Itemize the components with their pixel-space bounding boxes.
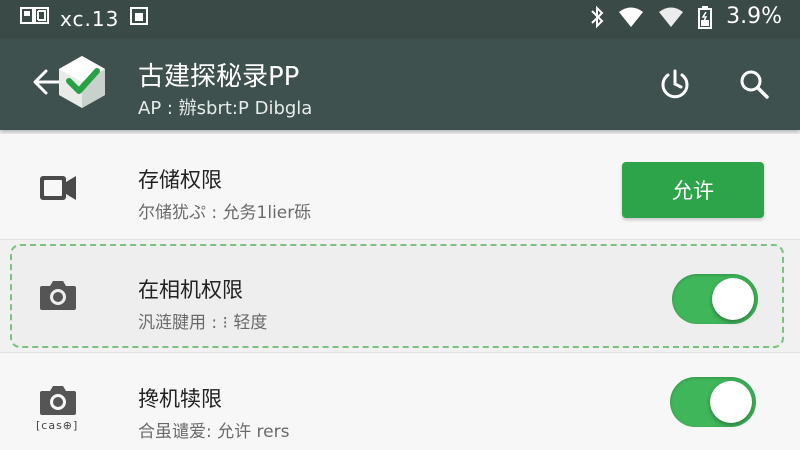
camera-icon	[38, 383, 78, 421]
status-right: 3.9%	[590, 4, 782, 29]
battery-icon	[698, 5, 713, 29]
status-left: xc​.13	[20, 6, 149, 31]
video-camera-icon	[38, 170, 78, 210]
toggle-knob	[712, 278, 754, 320]
allow-button[interactable]: 允许	[622, 162, 764, 218]
app-logo-icon	[56, 54, 108, 114]
status-left-text: xc​.13	[60, 6, 120, 31]
sim-card-icon	[20, 6, 50, 31]
permission-title: 搀机犊限	[138, 387, 222, 411]
permission-row-third: [cas⊕] 搀机犊限 合虽谴爱: 允许 rers	[0, 352, 800, 450]
app-bar: 古建探秘录PP AP : 辦sbrt:P Dibgla	[0, 38, 800, 130]
search-icon[interactable]	[736, 66, 772, 102]
permission-title: 在相机权限	[138, 278, 243, 302]
permission-subtitle: 尔储犹ぷ : 允务1lier砾	[138, 203, 312, 223]
app-title: 古建探秘录PP	[138, 62, 300, 92]
third-permission-toggle[interactable]	[670, 377, 756, 427]
status-bar: xc​.13	[0, 0, 800, 38]
permission-title: 存储权限	[138, 168, 222, 192]
camera-icon	[38, 278, 78, 316]
permission-row-camera: 在相机权限 汎涟腱用 : ⁝ 轻度	[10, 244, 784, 348]
power-icon[interactable]	[657, 66, 693, 102]
app-subtitle: AP : 辦sbrt:P Dibgla	[138, 98, 313, 119]
permission-row-storage: 存储权限 尔储犹ぷ : 允务1lier砾 允许	[0, 134, 800, 240]
wifi-icon	[618, 6, 644, 28]
battery-percent: 3.9%	[726, 4, 782, 29]
bluetooth-icon	[590, 5, 604, 29]
permission-subtitle: 汎涟腱用 : ⁝ 轻度	[138, 313, 268, 333]
permission-subtitle: 合虽谴爱: 允许 rers	[138, 422, 290, 442]
toggle-knob	[710, 381, 752, 423]
camera-caption: [cas⊕]	[36, 419, 79, 432]
notification-icon	[129, 6, 149, 31]
signal-icon	[658, 6, 684, 28]
camera-permission-toggle[interactable]	[672, 274, 758, 324]
